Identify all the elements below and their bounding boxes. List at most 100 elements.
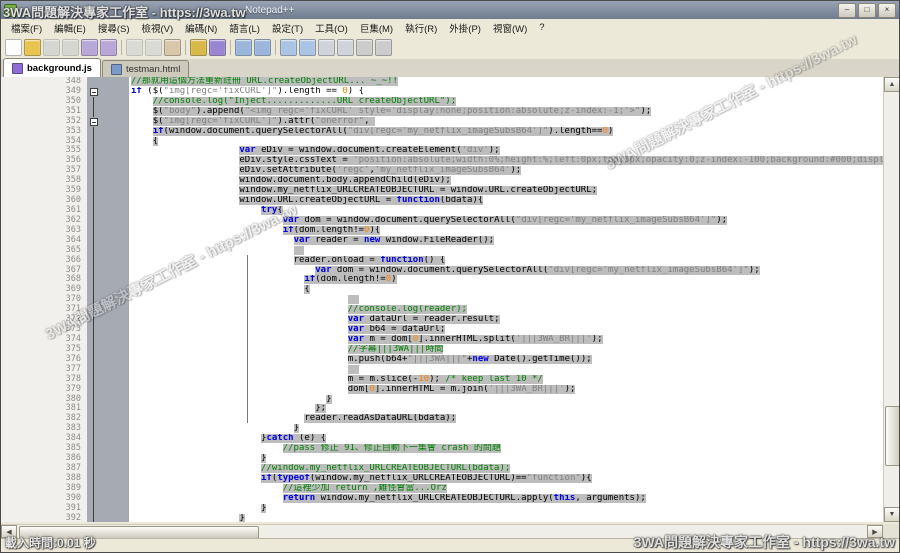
menu-item[interactable]: 設定(T) (266, 19, 309, 37)
menu-item[interactable]: 外掛(P) (443, 19, 487, 37)
save-all-icon[interactable] (62, 39, 79, 56)
code-line[interactable]: 385 //pass 修正 91、修正自動下一集會 crash 的問題 (1, 444, 883, 454)
menu-item[interactable]: 巨集(M) (354, 19, 399, 37)
code-line[interactable]: 373 var b64 = dataUrl; (1, 325, 883, 335)
copy-icon[interactable] (145, 39, 162, 56)
code-line[interactable]: 351 $("body").append("<img regc='fixCURL… (1, 107, 883, 117)
fold-margin (87, 117, 129, 127)
code-line[interactable]: 392 } (1, 514, 883, 522)
fold-margin (87, 395, 129, 405)
record-macro-icon[interactable] (356, 39, 373, 56)
code-line[interactable]: 372 var dataUrl = reader.result; (1, 315, 883, 325)
close-file-icon[interactable] (81, 39, 98, 56)
zoom-out-icon[interactable] (299, 39, 316, 56)
code-line[interactable]: 362 var dom = window.document.querySelec… (1, 216, 883, 226)
code-line[interactable]: 374 var m = dom[0].innerHTML.split('|||3… (1, 335, 883, 345)
code-editor[interactable]: 348//那就用這個方法重新註冊 URL.createObjectURL... … (1, 77, 883, 522)
replace-icon[interactable] (254, 39, 271, 56)
code-line[interactable]: 390 return window.my_netflix_URLCREATEOB… (1, 494, 883, 504)
fold-margin (87, 404, 129, 414)
scroll-down-arrow[interactable]: ▼ (884, 507, 900, 522)
menu-item[interactable]: 工具(O) (309, 19, 354, 37)
code-line[interactable]: 384 }catch (e) { (1, 434, 883, 444)
cut-icon[interactable] (126, 39, 143, 56)
word-wrap-icon[interactable] (318, 39, 335, 56)
code-line[interactable]: 391 } (1, 504, 883, 514)
menu-item[interactable]: 編碼(N) (179, 19, 223, 37)
code-line[interactable]: 368 if(dom.length!=0) (1, 275, 883, 285)
code-line[interactable]: 358 window.document.body.appendChild(eDi… (1, 176, 883, 186)
code-line[interactable]: 376 m.push(b64+"|||3WA|||"+new Date().ge… (1, 355, 883, 365)
find-icon[interactable] (235, 39, 252, 56)
code-line[interactable]: 383 } (1, 424, 883, 434)
code-line[interactable]: 354 { (1, 137, 883, 147)
code-line[interactable]: 370 (1, 295, 883, 305)
code-line[interactable]: 350 //console.log("Inject.............UR… (1, 97, 883, 107)
save-icon[interactable] (43, 39, 60, 56)
fold-collapse-icon[interactable] (90, 118, 98, 126)
menu-item[interactable]: 編輯(E) (48, 19, 92, 37)
tab-background.js[interactable]: background.js (3, 58, 101, 77)
menu-item[interactable]: 執行(R) (399, 19, 443, 37)
close-button[interactable]: × (878, 3, 896, 18)
code-line[interactable]: 381 }; (1, 404, 883, 414)
maximize-button[interactable]: □ (858, 3, 876, 18)
play-macro-icon[interactable] (375, 39, 392, 56)
scroll-left-arrow[interactable]: ◀ (1, 525, 17, 538)
code-line[interactable]: 348//那就用這個方法重新註冊 URL.createObjectURL... … (1, 77, 883, 87)
show-symbols-icon[interactable] (337, 39, 354, 56)
zoom-in-icon[interactable] (280, 39, 297, 56)
code-line[interactable]: 380 } (1, 395, 883, 405)
tab-testman.html[interactable]: testman.html (102, 60, 189, 77)
code-line[interactable]: 357 eDiv.setAttribute('regc','my_netflix… (1, 166, 883, 176)
code-line[interactable]: 389 //這裡少加 return ,難怪會當...Orz (1, 484, 883, 494)
fold-collapse-icon[interactable] (90, 88, 98, 96)
code-line[interactable]: 386 } (1, 454, 883, 464)
scroll-right-arrow[interactable]: ▶ (867, 525, 883, 538)
minimize-button[interactable]: – (838, 3, 856, 18)
code-line[interactable]: 361 try{ (1, 206, 883, 216)
code-line[interactable]: 369 { (1, 285, 883, 295)
code-line[interactable]: 387 //window.my_netflix_URLCREATEOBJECTU… (1, 464, 883, 474)
undo-icon[interactable] (190, 39, 207, 56)
close-all-icon[interactable] (100, 39, 117, 56)
paste-icon[interactable] (164, 39, 181, 56)
code-line[interactable]: 364 var reader = new window.FileReader()… (1, 236, 883, 246)
code-line[interactable]: 382 reader.readAsDataURL(bdata); (1, 414, 883, 424)
fold-margin (87, 434, 129, 444)
code-line[interactable]: 378 m = m.slice(-10); /* keep last 10 */ (1, 375, 883, 385)
menu-item[interactable]: 檢視(V) (135, 19, 179, 37)
code-line[interactable]: 353 if(window.document.querySelectorAll(… (1, 127, 883, 137)
code-text: eDiv.setAttribute('regc','my_netflix_ima… (129, 166, 883, 176)
code-line[interactable]: 377 (1, 365, 883, 375)
code-line[interactable]: 355 var eDiv = window.document.createEle… (1, 146, 883, 156)
code-line[interactable]: 379 dom[0].innerHTML = m.join('|||3WA_BR… (1, 385, 883, 395)
selected-text: }; (315, 404, 326, 413)
new-file-icon[interactable] (5, 39, 22, 56)
vertical-scrollbar[interactable]: ▲ ▼ (883, 77, 899, 522)
code-line[interactable]: 352 $("img[regc='fixCURL']").attr("onerr… (1, 117, 883, 127)
menu-item[interactable]: 語言(L) (223, 19, 266, 37)
code-line[interactable]: 359 window.my_netflix_URLCREATEOBJECTURL… (1, 186, 883, 196)
code-line[interactable]: 365 (1, 246, 883, 256)
menu-item[interactable]: 檔案(F) (5, 19, 48, 37)
redo-icon[interactable] (209, 39, 226, 56)
code-line[interactable]: 375 //字幕|||3WA|||時間 (1, 345, 883, 355)
code-line[interactable]: 367 var dom = window.document.querySelec… (1, 266, 883, 276)
code-text: var dataUrl = reader.result; (129, 315, 883, 325)
open-folder-icon[interactable] (24, 39, 41, 56)
menu-item[interactable]: 搜尋(S) (92, 19, 136, 37)
code-line[interactable]: 366 reader.onload = function() { (1, 256, 883, 266)
horizontal-scrollbar[interactable]: ◀ ▶ (1, 524, 883, 538)
vertical-scroll-thumb[interactable] (885, 406, 900, 466)
code-line[interactable]: 363 if(dom.length!=0){ (1, 226, 883, 236)
code-line[interactable]: 356 eDiv.style.cssText = 'position:absol… (1, 156, 883, 166)
code-text (129, 246, 883, 256)
scroll-up-arrow[interactable]: ▲ (884, 77, 900, 92)
code-line[interactable]: 349if ($("img[regc='fixCURL']").length =… (1, 87, 883, 97)
code-line[interactable]: 388 if(typeof(window.my_netflix_URLCREAT… (1, 474, 883, 484)
menu-item[interactable]: 視窗(W) (487, 19, 533, 37)
menu-item[interactable]: ? (533, 20, 550, 35)
code-line[interactable]: 371 //console.log(reader); (1, 305, 883, 315)
code-line[interactable]: 360 window.URL.createObjectURL = functio… (1, 196, 883, 206)
